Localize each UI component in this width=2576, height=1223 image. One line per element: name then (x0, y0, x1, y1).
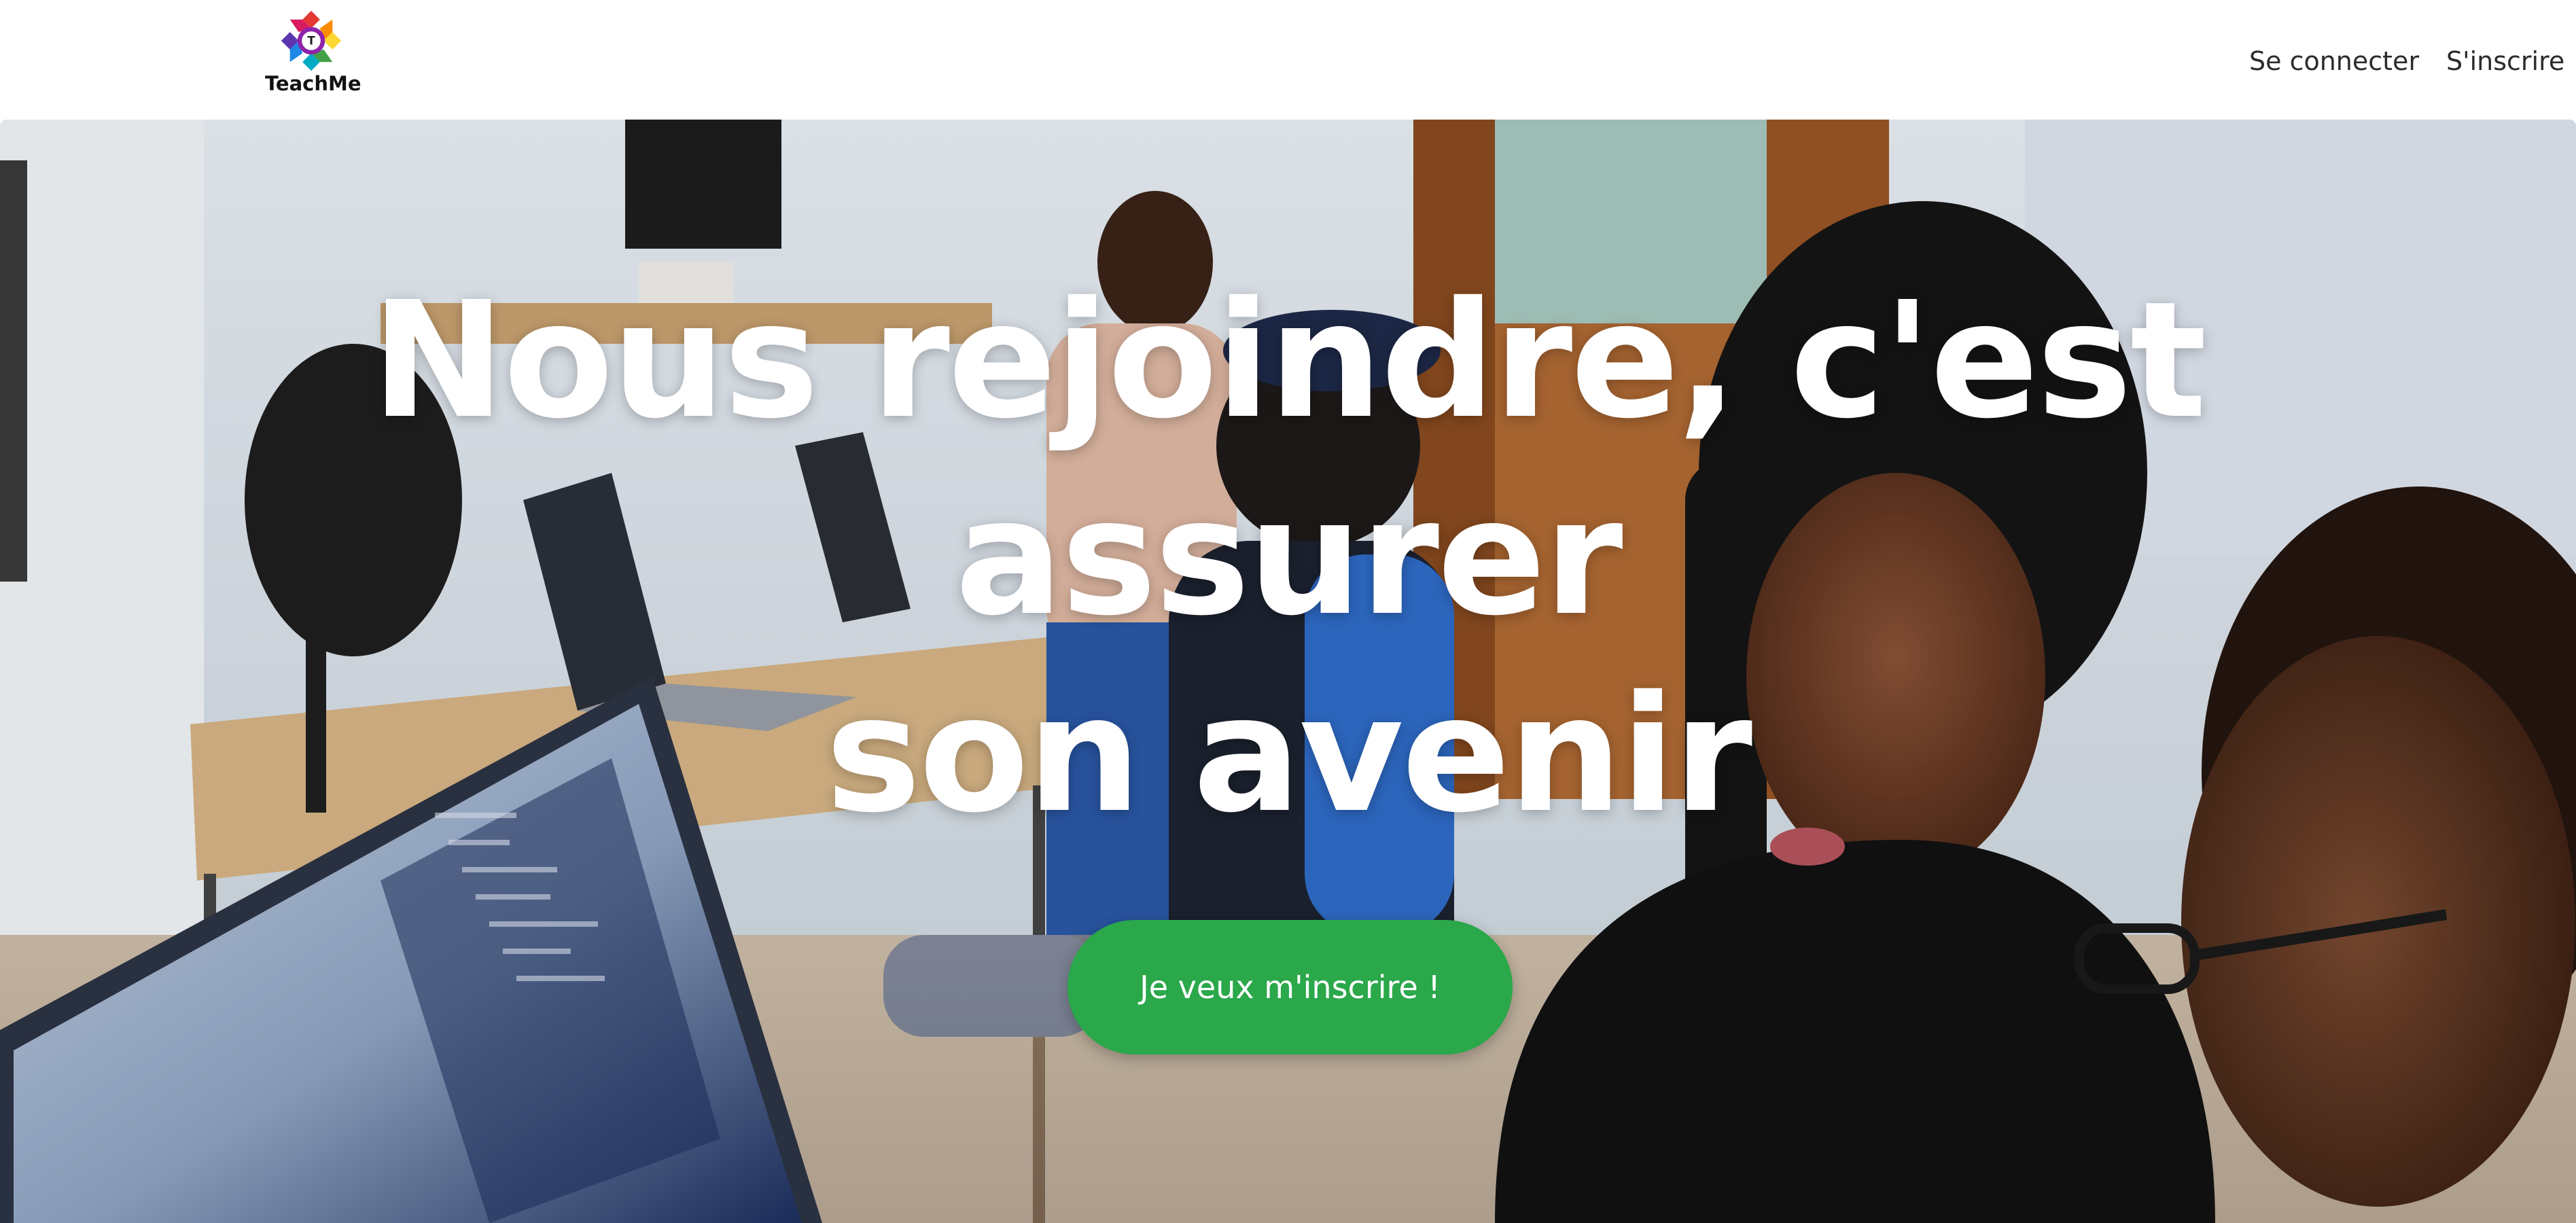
hero-title-line-2: son avenir (825, 661, 1752, 848)
teachme-logo-icon: T (281, 10, 342, 71)
hero-title-line-1: Nous rejoindre, c'est assurer (371, 267, 2206, 651)
top-navbar: T TeachMe Se connecter S'inscrire (0, 0, 2576, 120)
brand-home-link[interactable]: T TeachMe (265, 10, 361, 98)
hero-section: Nous rejoindre, c'est assurer son avenir… (0, 120, 2576, 1223)
login-link[interactable]: Se connecter (2249, 42, 2419, 80)
signup-cta-button[interactable]: Je veux m'inscrire ! (1068, 920, 1513, 1054)
brand-name: TeachMe (265, 72, 361, 95)
logo-letter: T (307, 35, 315, 48)
hero-title: Nous rejoindre, c'est assurer son avenir (136, 262, 2440, 853)
register-link[interactable]: S'inscrire (2446, 42, 2564, 80)
